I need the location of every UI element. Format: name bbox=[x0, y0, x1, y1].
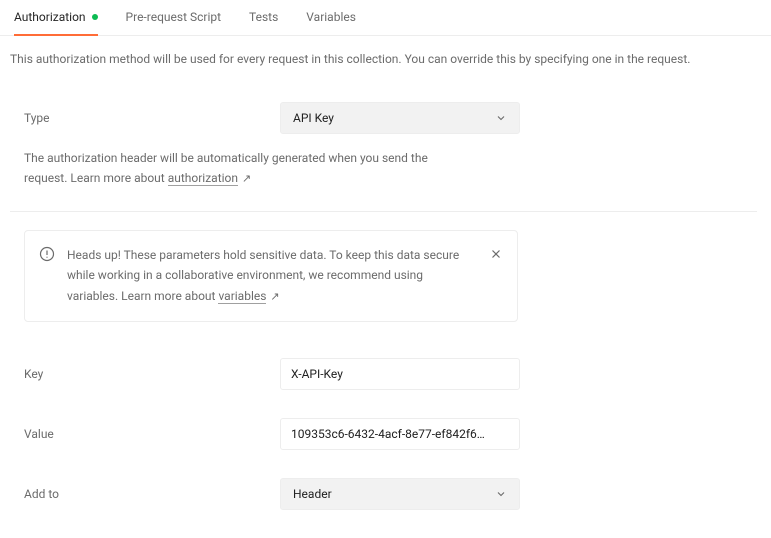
tab-pre-request-script[interactable]: Pre-request Script bbox=[126, 10, 221, 36]
add-to-row: Add to Header bbox=[24, 464, 757, 524]
auth-description: This authorization method will be used f… bbox=[10, 50, 757, 68]
type-select[interactable]: API Key bbox=[280, 102, 520, 134]
key-label: Key bbox=[24, 367, 280, 381]
notice-text: Heads up! These parameters hold sensitiv… bbox=[67, 245, 477, 306]
tab-variables-label: Variables bbox=[306, 10, 356, 24]
sensitive-data-notice: Heads up! These parameters hold sensitiv… bbox=[24, 230, 518, 321]
info-icon bbox=[39, 246, 55, 265]
auth-helper-text: The authorization header will be automat… bbox=[24, 148, 464, 189]
type-label: Type bbox=[24, 111, 280, 125]
tab-bar: Authorization Pre-request Script Tests V… bbox=[0, 0, 771, 36]
value-row: Value bbox=[24, 404, 757, 464]
variables-link[interactable]: variables bbox=[218, 289, 266, 304]
chevron-down-icon bbox=[495, 488, 507, 500]
type-row: Type API Key bbox=[24, 92, 757, 144]
add-to-select[interactable]: Header bbox=[280, 478, 520, 510]
authorization-link[interactable]: authorization bbox=[168, 171, 238, 186]
close-notice-button[interactable] bbox=[489, 247, 503, 264]
section-divider bbox=[10, 211, 757, 212]
add-to-label: Add to bbox=[24, 487, 280, 501]
value-input[interactable] bbox=[280, 418, 520, 450]
add-to-select-value: Header bbox=[293, 487, 332, 501]
tab-variables[interactable]: Variables bbox=[306, 10, 356, 36]
chevron-down-icon bbox=[495, 112, 507, 124]
tab-content: This authorization method will be used f… bbox=[0, 36, 771, 538]
tab-authorization-label: Authorization bbox=[14, 10, 86, 24]
type-select-value: API Key bbox=[293, 111, 334, 125]
value-label: Value bbox=[24, 427, 280, 441]
tab-tests-label: Tests bbox=[249, 10, 278, 24]
external-link-icon: ↗ bbox=[242, 170, 251, 189]
key-row: Key bbox=[24, 344, 757, 404]
status-dot-icon bbox=[92, 14, 98, 20]
tab-authorization[interactable]: Authorization bbox=[14, 10, 98, 36]
auth-fields: Key Value Add to Header bbox=[10, 344, 757, 524]
tab-tests[interactable]: Tests bbox=[249, 10, 278, 36]
close-icon bbox=[489, 247, 503, 261]
tab-pre-request-script-label: Pre-request Script bbox=[126, 10, 221, 24]
key-input[interactable] bbox=[280, 358, 520, 390]
external-link-icon: ↗ bbox=[270, 288, 279, 307]
